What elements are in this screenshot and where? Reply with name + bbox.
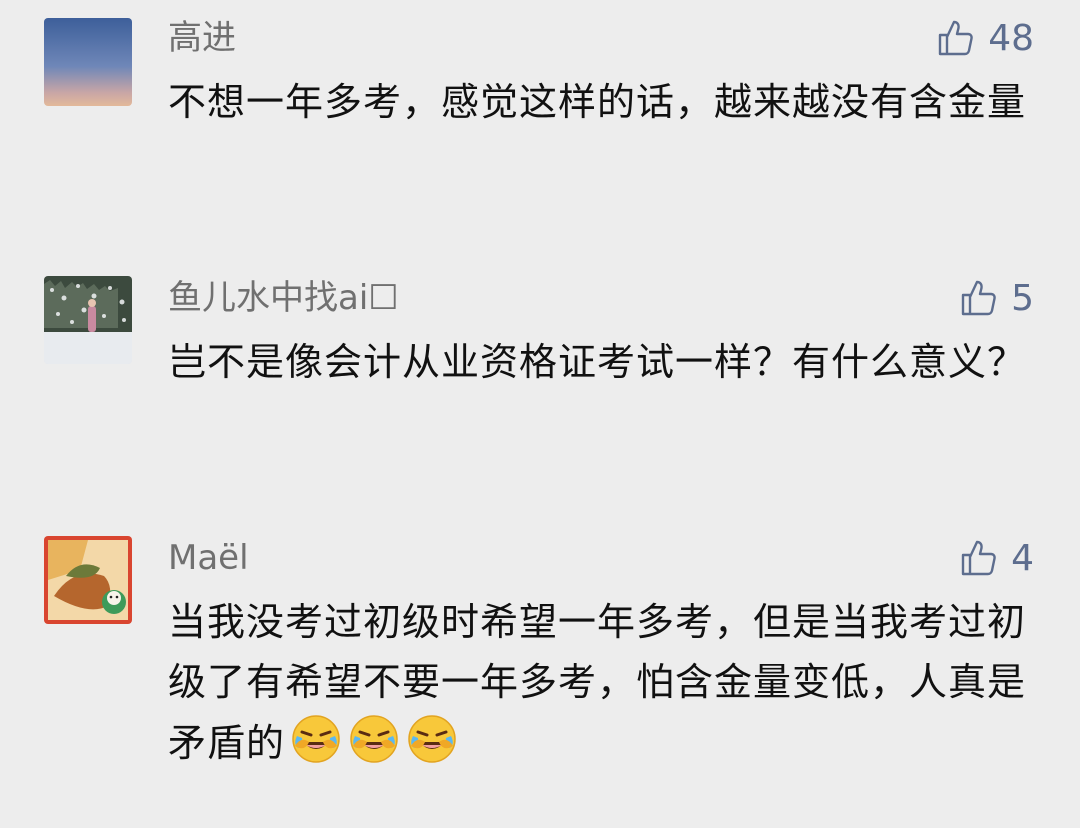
like-count: 4	[1011, 537, 1034, 579]
comment-text: 岂不是像会计从业资格证考试一样？有什么意义？	[168, 340, 1027, 384]
comment-text: 当我没考过初级时希望一年多考，但是当我考过初级了有希望不要一年多考，怕含金量变低…	[168, 592, 1028, 773]
comment-author[interactable]: Maël	[168, 536, 249, 580]
laughing-crying-emoji-icon	[289, 712, 343, 766]
laughing-crying-emoji-icon	[347, 712, 401, 766]
thumbs-up-icon	[938, 20, 973, 56]
avatar[interactable]	[44, 276, 132, 364]
comment-author[interactable]: 鱼儿水中找ai☐	[168, 276, 399, 320]
like-button[interactable]: 48	[936, 16, 1034, 60]
laughing-crying-emoji-icon	[405, 712, 459, 766]
sky-photo-avatar-icon	[44, 18, 132, 106]
like-count: 5	[1011, 277, 1034, 319]
snow-photo-avatar-icon	[44, 276, 132, 364]
comment-list: 高进 48 不想一年多考，感觉这样的话，越来越没有含金量 鱼儿水中找ai☐ 5 …	[0, 0, 1080, 828]
avatar[interactable]	[44, 18, 132, 106]
avatar[interactable]	[44, 536, 132, 624]
thumbs-up-icon	[961, 540, 996, 576]
like-count: 48	[988, 17, 1034, 59]
like-button[interactable]: 5	[959, 276, 1034, 320]
thumbs-up-icon	[961, 280, 996, 316]
emoji-group	[289, 712, 459, 766]
illustration-avatar-icon	[44, 536, 132, 624]
comment-author[interactable]: 高进	[168, 16, 236, 60]
comment-text: 不想一年多考，感觉这样的话，越来越没有含金量	[168, 80, 1027, 124]
like-button[interactable]: 4	[959, 536, 1034, 580]
